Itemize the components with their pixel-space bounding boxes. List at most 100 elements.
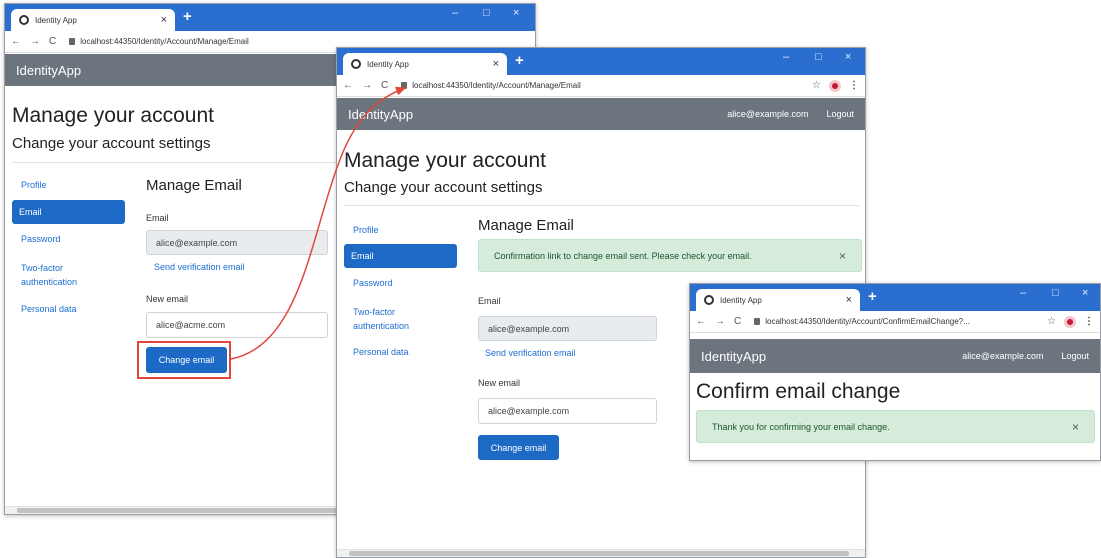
divider	[344, 205, 859, 206]
scrollbar-thumb[interactable]	[349, 551, 849, 556]
minimize-button[interactable]: –	[1020, 287, 1026, 299]
new-tab-button[interactable]: +	[183, 8, 192, 25]
profile-avatar-icon[interactable]	[1064, 315, 1076, 328]
section-heading: Manage Email	[478, 217, 574, 234]
url-field[interactable]: localhost:44350/Identity/Account/Manage/…	[412, 81, 581, 90]
browser-actions: ☆ ⋮	[1047, 315, 1094, 328]
tab-title: Identity App	[35, 15, 77, 25]
horizontal-scrollbar[interactable]	[337, 549, 865, 557]
maximize-button[interactable]: □	[1052, 287, 1059, 299]
tab-strip: Identity App × + – □ ×	[337, 48, 865, 75]
browser-actions: ☆ ⋮	[812, 79, 859, 92]
minimize-button[interactable]: –	[452, 7, 458, 19]
forward-icon[interactable]: →	[30, 36, 40, 47]
back-icon[interactable]: ←	[696, 316, 706, 327]
url-field[interactable]: localhost:44350/Identity/Account/Manage/…	[80, 37, 249, 46]
sidebar-item-profile[interactable]: Profile	[21, 180, 47, 190]
new-email-input[interactable]: alice@example.com	[478, 398, 657, 424]
close-window-button[interactable]: ×	[845, 51, 851, 63]
address-bar: ← → C localhost:44350/Identity/Account/C…	[690, 311, 1100, 333]
maximize-button[interactable]: □	[483, 7, 490, 19]
send-verification-link[interactable]: Send verification email	[485, 348, 576, 358]
new-email-label: New email	[478, 378, 521, 388]
globe-icon	[704, 295, 714, 305]
sidebar-item-personal-data[interactable]: Personal data	[21, 304, 77, 314]
reload-icon[interactable]: C	[49, 36, 56, 47]
app-navbar: IdentityApp alice@example.com Logout	[690, 339, 1100, 373]
forward-icon[interactable]: →	[362, 80, 372, 91]
email-label: Email	[478, 296, 501, 306]
page-subtitle: Change your account settings	[344, 179, 543, 196]
menu-icon[interactable]: ⋮	[1084, 316, 1094, 327]
tab-close-icon[interactable]: ×	[493, 58, 499, 70]
sidebar-item-password[interactable]: Password	[353, 278, 393, 288]
tab-close-icon[interactable]: ×	[846, 294, 852, 306]
tab-close-icon[interactable]: ×	[161, 14, 167, 26]
tab-strip: Identity App × + – □ ×	[5, 4, 535, 31]
browser-tab[interactable]: Identity App ×	[343, 53, 507, 75]
menu-icon[interactable]: ⋮	[849, 80, 859, 91]
lock-icon	[754, 318, 761, 325]
new-tab-button[interactable]: +	[515, 52, 524, 69]
globe-icon	[351, 59, 361, 69]
reload-icon[interactable]: C	[734, 316, 741, 327]
email-label: Email	[146, 213, 169, 223]
user-link[interactable]: alice@example.com	[962, 351, 1043, 361]
button-highlight-box	[137, 341, 231, 379]
logout-link[interactable]: Logout	[1061, 351, 1089, 361]
logout-link[interactable]: Logout	[826, 109, 854, 119]
sidebar-item-two-factor[interactable]: Two-factor authentication	[353, 305, 409, 333]
alert-close-icon[interactable]: ×	[1072, 420, 1079, 434]
app-navbar: IdentityApp alice@example.com Logout	[337, 98, 865, 130]
change-email-button[interactable]: Change email	[478, 435, 559, 460]
globe-icon	[19, 15, 29, 25]
tab-title: Identity App	[367, 59, 409, 69]
send-verification-link[interactable]: Send verification email	[154, 262, 245, 272]
brand-link[interactable]: IdentityApp	[16, 63, 81, 78]
status-alert: Confirmation link to change email sent. …	[478, 239, 862, 272]
sidebar-item-email[interactable]: Email	[12, 200, 125, 224]
back-icon[interactable]: ←	[343, 80, 353, 91]
back-icon[interactable]: ←	[11, 36, 21, 47]
minimize-button[interactable]: –	[783, 51, 789, 63]
current-email-field: alice@example.com	[478, 316, 657, 341]
scrollbar-thumb[interactable]	[17, 508, 337, 513]
brand-link[interactable]: IdentityApp	[701, 349, 766, 364]
sidebar-item-two-factor[interactable]: Two-factor authentication	[21, 261, 77, 289]
close-window-button[interactable]: ×	[513, 7, 519, 19]
current-email-field: alice@example.com	[146, 230, 328, 255]
address-bar: ← → C localhost:44350/Identity/Account/M…	[337, 75, 865, 97]
maximize-button[interactable]: □	[815, 51, 822, 63]
bookmark-star-icon[interactable]: ☆	[1047, 316, 1056, 327]
reload-icon[interactable]: C	[381, 80, 388, 91]
tab-title: Identity App	[720, 295, 762, 305]
alert-close-icon[interactable]: ×	[839, 249, 846, 263]
section-heading: Manage Email	[146, 177, 242, 194]
forward-icon[interactable]: →	[715, 316, 725, 327]
browser-tab[interactable]: Identity App ×	[696, 289, 860, 311]
bookmark-star-icon[interactable]: ☆	[812, 80, 821, 91]
status-alert: Thank you for confirming your email chan…	[696, 410, 1095, 443]
browser-window-3: Identity App × + – □ × ← → C localhost:4…	[689, 283, 1101, 461]
close-window-button[interactable]: ×	[1082, 287, 1088, 299]
page-title: Manage your account	[344, 149, 546, 172]
profile-avatar-icon[interactable]	[829, 79, 841, 92]
alert-message: Confirmation link to change email sent. …	[494, 250, 752, 261]
sidebar-item-password[interactable]: Password	[21, 234, 61, 244]
lock-icon	[401, 82, 408, 89]
page-title: Confirm email change	[696, 380, 901, 403]
user-link[interactable]: alice@example.com	[727, 109, 808, 119]
lock-icon	[69, 38, 76, 45]
alert-message: Thank you for confirming your email chan…	[712, 421, 890, 432]
new-email-label: New email	[146, 294, 189, 304]
new-tab-button[interactable]: +	[868, 288, 877, 305]
page-title: Manage your account	[12, 104, 214, 127]
url-field[interactable]: localhost:44350/Identity/Account/Confirm…	[765, 317, 970, 326]
sidebar-item-personal-data[interactable]: Personal data	[353, 347, 409, 357]
new-email-input[interactable]: alice@acme.com	[146, 312, 328, 338]
sidebar-item-profile[interactable]: Profile	[353, 225, 379, 235]
sidebar-item-email[interactable]: Email	[344, 244, 457, 268]
page-subtitle: Change your account settings	[12, 135, 211, 152]
brand-link[interactable]: IdentityApp	[348, 107, 413, 122]
browser-tab[interactable]: Identity App ×	[11, 9, 175, 31]
